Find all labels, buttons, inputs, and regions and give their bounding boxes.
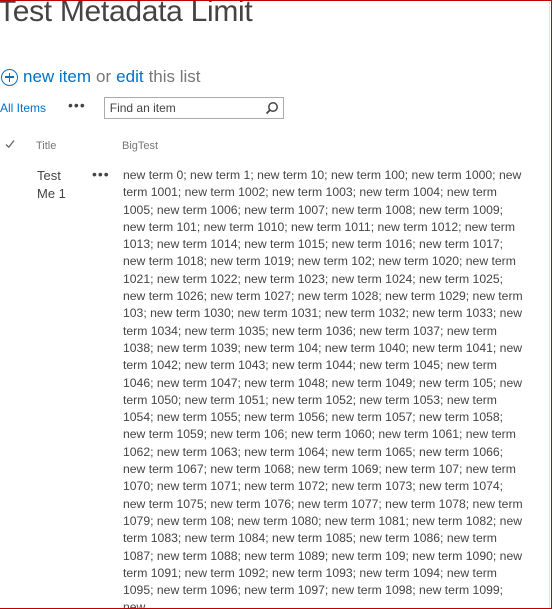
column-divider xyxy=(549,1,550,608)
item-menu-button[interactable]: ••• xyxy=(92,166,110,182)
search-input[interactable] xyxy=(104,101,260,115)
page-title: Test Metadata Limit xyxy=(0,0,253,28)
item-bigtest-value: new term 0; new term 1; new term 10; new… xyxy=(123,168,523,609)
column-header-title[interactable]: Title xyxy=(36,140,56,152)
more-views-button[interactable]: ••• xyxy=(68,97,86,113)
plus-circle-icon[interactable] xyxy=(1,68,18,86)
new-item-bar: new item or edit this list xyxy=(0,65,206,89)
new-item-link[interactable]: new item xyxy=(23,67,91,87)
this-list-text: this list xyxy=(148,67,201,86)
column-header-bigtest[interactable]: BigTest xyxy=(122,140,158,152)
view-all-items[interactable]: All Items xyxy=(0,101,46,115)
search-icon[interactable] xyxy=(265,101,279,115)
screenshot-frame: Test Metadata Limit new item or edit thi… xyxy=(0,0,552,609)
edit-list-link[interactable]: edit xyxy=(116,67,143,87)
checkmark-icon[interactable] xyxy=(5,139,15,149)
item-title-link[interactable]: Test Me 1 xyxy=(37,167,77,202)
search-box[interactable] xyxy=(103,97,284,119)
or-text: or xyxy=(96,67,112,86)
views-bar: All Items ••• xyxy=(0,96,284,120)
